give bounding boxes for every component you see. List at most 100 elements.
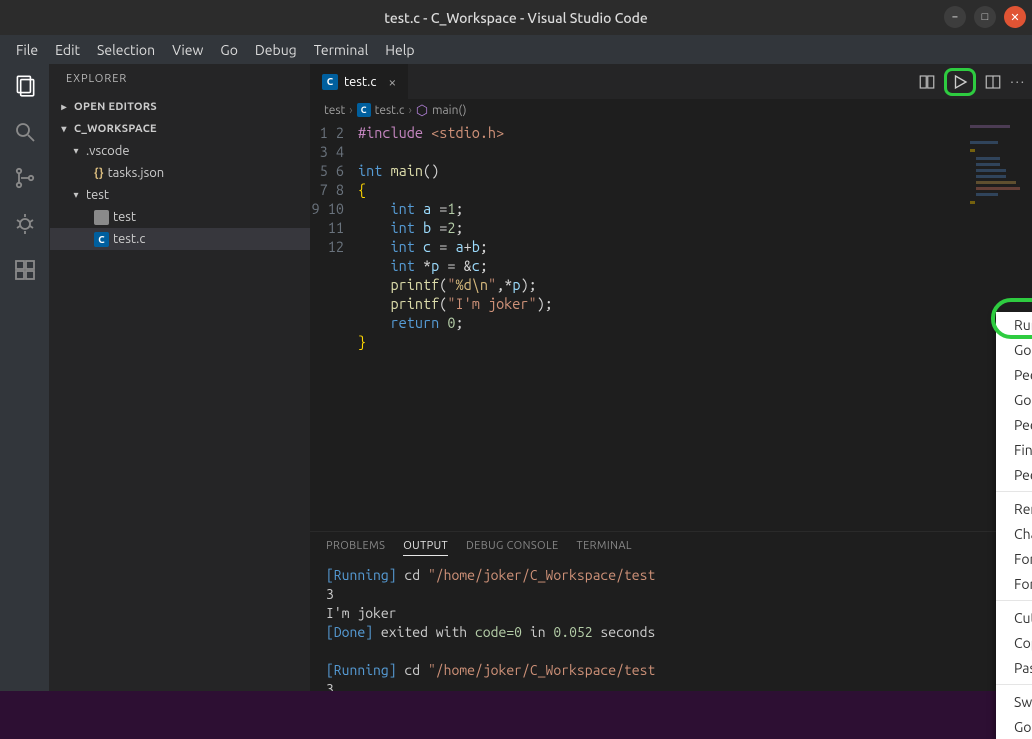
context-menu-item[interactable]: Go to Symbol in File...Ctrl+Shift+O bbox=[996, 714, 1032, 739]
output-seconds: 0.052 bbox=[553, 624, 592, 640]
output-path: "/home/joker/C_Workspace/test bbox=[428, 662, 655, 678]
editor-tabs: C test.c × ··· bbox=[310, 64, 1032, 99]
c-file-icon: C bbox=[94, 232, 109, 247]
minimap[interactable] bbox=[952, 121, 1032, 341]
context-menu-item[interactable]: Go to Declaration bbox=[996, 387, 1032, 412]
close-tab-icon[interactable]: × bbox=[388, 74, 396, 90]
menu-item-label: Switch Header/Source bbox=[1014, 694, 1032, 710]
activity-bar bbox=[0, 64, 50, 691]
code-content[interactable]: #include <stdio.h> int main() { int a =1… bbox=[358, 121, 553, 531]
context-menu-item[interactable]: Change All OccurrencesCtrl+F2 bbox=[996, 521, 1032, 546]
chevron-right-icon: ▸ bbox=[58, 101, 70, 113]
tab-test-c[interactable]: C test.c × bbox=[310, 64, 408, 99]
menu-terminal[interactable]: Terminal bbox=[306, 38, 377, 62]
tree-label: test bbox=[113, 210, 136, 224]
source-control-icon[interactable] bbox=[11, 164, 39, 192]
menu-help[interactable]: Help bbox=[377, 38, 422, 62]
panel-tab-terminal[interactable]: TERMINAL bbox=[577, 540, 632, 556]
menu-item-label: Peek Definition bbox=[1014, 367, 1032, 383]
menu-item-label: Go to Definition bbox=[1014, 342, 1032, 358]
explorer-title: EXPLORER bbox=[50, 64, 310, 94]
menu-item-label: Cut bbox=[1014, 610, 1032, 626]
menu-selection[interactable]: Selection bbox=[89, 38, 163, 62]
menu-separator bbox=[996, 600, 1032, 601]
panel-tab-problems[interactable]: PROBLEMS bbox=[326, 540, 385, 556]
explorer-sidebar: EXPLORER ▸ OPEN EDITORS ▾ C_WORKSPACE ▾ … bbox=[50, 64, 310, 691]
context-menu-item[interactable]: PasteCtrl+V bbox=[996, 655, 1032, 680]
output-text: in bbox=[522, 624, 553, 640]
tree-label: test bbox=[86, 188, 109, 202]
output-done-label: [Done] bbox=[326, 624, 373, 640]
tab-label: test.c bbox=[344, 75, 376, 89]
extensions-icon[interactable] bbox=[11, 256, 39, 284]
output-run-label: [Running] bbox=[326, 662, 397, 678]
menu-view[interactable]: View bbox=[164, 38, 211, 62]
menu-separator bbox=[996, 491, 1032, 492]
output-body[interactable]: [Running] cd "/home/joker/C_Workspace/te… bbox=[310, 562, 1032, 691]
bottom-panel: PROBLEMS OUTPUT DEBUG CONSOLE TERMINAL [… bbox=[310, 531, 1032, 691]
menu-separator bbox=[996, 684, 1032, 685]
breadcrumbs[interactable]: test › C test.c › ⬡ main() bbox=[310, 99, 1032, 121]
context-menu-item[interactable]: Peek ReferencesShift+F12 bbox=[996, 462, 1032, 487]
workspace-section[interactable]: ▾ C_WORKSPACE bbox=[50, 118, 310, 140]
context-menu-item[interactable]: CutCtrl+X bbox=[996, 605, 1032, 630]
output-run-label: [Running] bbox=[326, 567, 397, 583]
tree-label: .vscode bbox=[86, 144, 130, 158]
panel-tab-debug-console[interactable]: DEBUG CONSOLE bbox=[466, 540, 559, 556]
menu-bar: File Edit Selection View Go Debug Termin… bbox=[0, 35, 1032, 64]
breadcrumb-symbol: main() bbox=[432, 104, 466, 117]
output-text: I'm joker bbox=[326, 605, 397, 621]
context-menu-item[interactable]: Rename SymbolF2 bbox=[996, 496, 1032, 521]
menu-file[interactable]: File bbox=[8, 38, 46, 62]
context-menu-item[interactable]: Peek DefinitionCtrl+Shift+F10 bbox=[996, 362, 1032, 387]
minimize-button[interactable]: − bbox=[944, 6, 966, 28]
context-menu-item[interactable]: Peek Declaration bbox=[996, 412, 1032, 437]
window-controls: − □ ✕ bbox=[944, 6, 1026, 28]
file-tasks-json[interactable]: {} tasks.json bbox=[50, 162, 310, 184]
menu-go[interactable]: Go bbox=[212, 38, 245, 62]
explorer-icon[interactable] bbox=[11, 72, 39, 100]
code-editor[interactable]: 1 2 3 4 5 6 7 8 9 10 11 12 #include <std… bbox=[310, 121, 1032, 531]
menu-edit[interactable]: Edit bbox=[47, 38, 88, 62]
maximize-button[interactable]: □ bbox=[974, 6, 996, 28]
more-icon[interactable]: ··· bbox=[1010, 75, 1026, 89]
folder-test[interactable]: ▾ test bbox=[50, 184, 310, 206]
context-menu-item[interactable]: Format Document With... bbox=[996, 571, 1032, 596]
binary-icon bbox=[94, 210, 109, 225]
chevron-down-icon: ▾ bbox=[70, 189, 82, 201]
compare-icon[interactable] bbox=[918, 73, 936, 91]
json-icon: {} bbox=[94, 167, 104, 180]
output-text: 3 bbox=[326, 586, 334, 602]
close-button[interactable]: ✕ bbox=[1004, 6, 1026, 28]
context-menu-item[interactable]: Format DocumentCtrl+Shift+I bbox=[996, 546, 1032, 571]
debug-icon[interactable] bbox=[11, 210, 39, 238]
panel-tab-output[interactable]: OUTPUT bbox=[403, 540, 448, 556]
context-menu-item[interactable]: Find All ReferencesAlt+Shift+F12 bbox=[996, 437, 1032, 462]
window-title: test.c - C_Workspace - Visual Studio Cod… bbox=[384, 10, 648, 26]
folder-vscode[interactable]: ▾ .vscode bbox=[50, 140, 310, 162]
open-editors-section[interactable]: ▸ OPEN EDITORS bbox=[50, 96, 310, 118]
tree-label: test.c bbox=[113, 232, 145, 246]
search-icon[interactable] bbox=[11, 118, 39, 146]
context-menu-item[interactable]: Run CodeAlt+Ctrl+N bbox=[996, 312, 1032, 337]
file-test-exec[interactable]: test bbox=[50, 206, 310, 228]
menu-item-label: Format Document bbox=[1014, 551, 1032, 567]
menu-item-label: Paste bbox=[1014, 660, 1032, 676]
context-menu-item[interactable]: CopyCtrl+C bbox=[996, 630, 1032, 655]
run-code-button[interactable] bbox=[944, 68, 976, 96]
output-code: code=0 bbox=[475, 624, 522, 640]
split-editor-icon[interactable] bbox=[984, 73, 1002, 91]
menu-item-label: Change All Occurrences bbox=[1014, 526, 1032, 542]
editor-actions: ··· bbox=[918, 68, 1026, 96]
context-menu-item[interactable]: Go to DefinitionF12 bbox=[996, 337, 1032, 362]
file-test-c[interactable]: C test.c bbox=[50, 228, 310, 250]
chevron-right-icon: › bbox=[409, 104, 412, 117]
menu-item-label: Format Document With... bbox=[1014, 576, 1032, 592]
menu-debug[interactable]: Debug bbox=[247, 38, 305, 62]
menu-item-label: Rename Symbol bbox=[1014, 501, 1032, 517]
output-text: cd bbox=[397, 662, 428, 678]
context-menu-item[interactable]: Switch Header/SourceAlt+O bbox=[996, 689, 1032, 714]
c-file-icon: C bbox=[322, 74, 338, 90]
menu-item-label: Go to Symbol in File... bbox=[1014, 719, 1032, 735]
output-text: 3 bbox=[326, 681, 334, 691]
